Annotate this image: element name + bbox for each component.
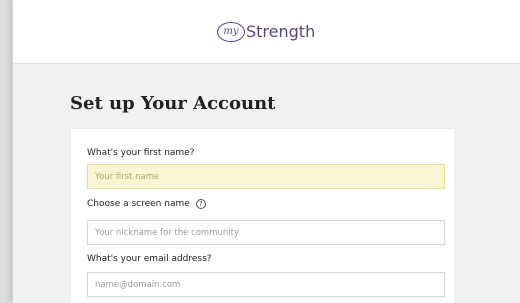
email-input[interactable] (87, 272, 445, 297)
app-window: my Strength Set up Your Account What's y… (12, 0, 520, 303)
page-title: Set up Your Account (70, 93, 276, 114)
screen-name-label-text: Choose a screen name (87, 199, 190, 209)
first-name-label: What's your first name? (87, 148, 195, 158)
logo-wordmark: Strength (246, 22, 316, 41)
logo-mark-icon: my (217, 22, 245, 42)
question-mark-icon[interactable]: ? (195, 199, 206, 209)
account-form-card: What's your first name? Choose a screen … (70, 128, 455, 303)
first-name-input[interactable] (87, 164, 445, 189)
email-label: What's your email address? (87, 254, 212, 264)
mystrength-logo[interactable]: my Strength (217, 20, 315, 44)
screen-name-label: Choose a screen name ? (87, 199, 206, 209)
first-name-label-text: What's your first name? (87, 148, 195, 158)
screen-name-input[interactable] (87, 220, 445, 245)
email-label-text: What's your email address? (87, 254, 212, 264)
help-icon-glyph: ? (198, 199, 203, 208)
top-header: my Strength (13, 0, 520, 64)
logo-mark-text: my (223, 26, 239, 37)
